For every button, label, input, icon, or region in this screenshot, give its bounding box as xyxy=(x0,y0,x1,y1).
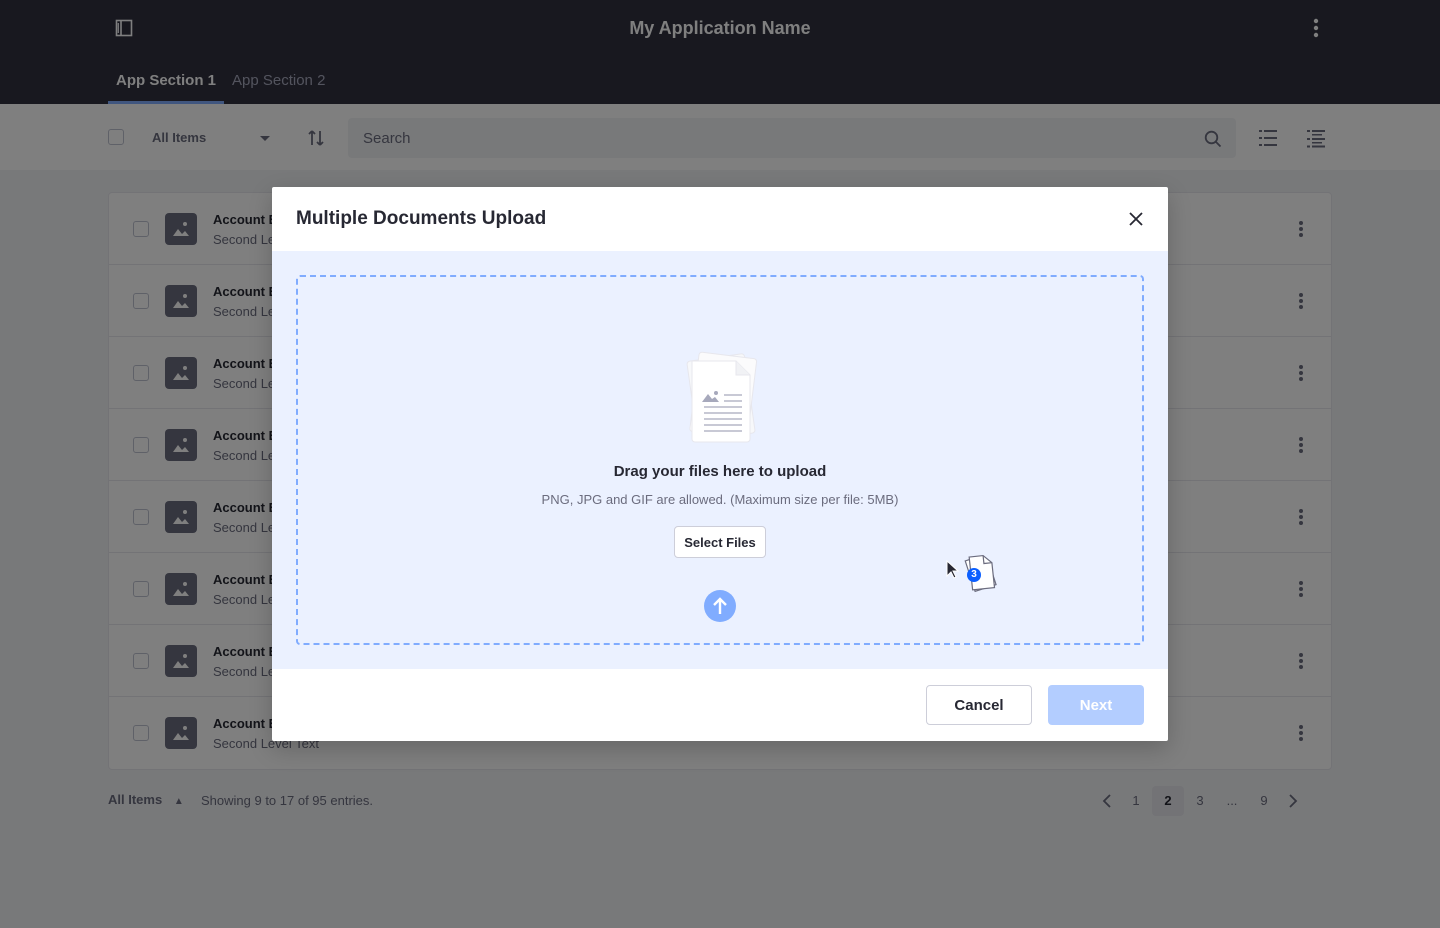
cancel-button[interactable]: Cancel xyxy=(926,685,1032,725)
dragged-file-count: 3 xyxy=(971,569,977,580)
modal-header: Multiple Documents Upload xyxy=(272,187,1168,251)
modal-title: Multiple Documents Upload xyxy=(296,208,547,229)
dragged-files-icon: 3 xyxy=(960,551,1000,597)
upload-modal: Multiple Documents Upload Drag your file… xyxy=(272,187,1168,741)
documents-illustration-icon xyxy=(678,347,766,447)
file-dropzone[interactable]: Drag your files here to upload PNG, JPG … xyxy=(296,275,1144,645)
dropzone-title: Drag your files here to upload xyxy=(613,463,827,480)
dropzone-hint: PNG, JPG and GIF are allowed. (Maximum s… xyxy=(541,492,899,507)
upload-arrow-icon xyxy=(704,590,736,622)
next-button[interactable]: Next xyxy=(1048,685,1144,725)
select-files-button[interactable]: Select Files xyxy=(674,526,766,558)
close-icon[interactable] xyxy=(1126,209,1146,229)
mouse-cursor-icon xyxy=(946,559,960,580)
modal-footer: Cancel Next xyxy=(272,669,1168,741)
modal-body: Drag your files here to upload PNG, JPG … xyxy=(272,251,1168,669)
